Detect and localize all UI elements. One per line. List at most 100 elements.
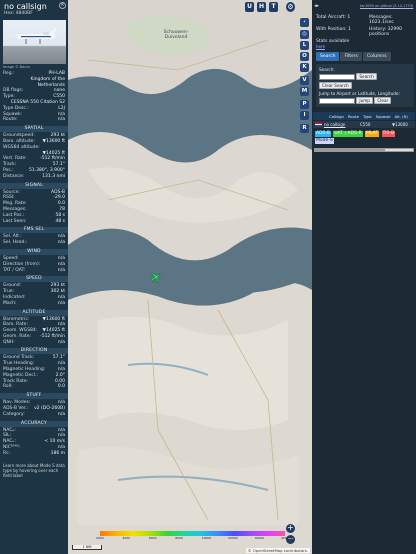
legend-mlat[interactable]: MLAT [365,131,380,137]
side-button-p[interactable]: P [300,100,309,109]
photo-credit: Image © Baum [3,65,30,69]
altitude-color-label: 6000 [148,536,157,540]
accuracy-row-label: Rc: [3,450,11,456]
col-altitude[interactable]: Alt. (ft) [395,114,408,119]
top-row-label: Route: [3,117,18,123]
section-accuracy: ACCURACY [0,420,68,427]
history-value: positions [369,32,390,37]
target-icon[interactable]: ◎ [300,30,309,39]
col-route[interactable]: Route [348,114,359,119]
col-type[interactable]: Type [363,114,372,119]
jump-button[interactable]: Jump [356,97,373,104]
altitude-color-label: 20000 [228,536,238,540]
legend-tisb[interactable]: TIS-B [381,131,396,137]
map-view[interactable]: Schouwen-Duiveland U H T ⚙ ‹ ◎ L O K V M… [68,0,312,554]
selected-hex: Hex: 4840BF [4,11,33,16]
table-row[interactable]: no callsign C550 ▼13600 [313,121,415,128]
altitude-color-label: 4000 [122,536,131,540]
spatial-row: Distance: 131.3 nmi [0,174,68,180]
flag-nl-icon [315,122,322,128]
side-button-v[interactable]: V [300,76,309,85]
map-button-h[interactable]: H [257,2,266,12]
stats-block: Total Aircraft: 1 Messages: 1623.1/sec Wi… [316,15,414,49]
speed-row: Mach: n/a [0,301,68,307]
side-button-k[interactable]: K [300,63,309,72]
legend-uat[interactable]: UAT / ADS-R [333,131,363,137]
collapse-right-icon[interactable]: ◂▸ [314,3,319,9]
speed-row-label: Mach: [3,300,17,306]
section-signal: SIGNAL [0,182,68,189]
stuff-row: Category: n/a [0,412,68,418]
speed-row-value: n/a [57,300,65,306]
tab-search[interactable]: Search [316,52,340,61]
map-button-u[interactable]: U [245,2,254,12]
learn-more-text: Learn more about Mode S data type by hov… [3,462,65,478]
settings-gear-icon[interactable]: ⚙ [286,2,295,12]
direction-row: Roll: 0.0 [0,384,68,390]
aircraft-photo[interactable] [3,20,66,64]
map-canvas[interactable] [68,0,312,554]
section-altitude: ALTITUDE [0,309,68,316]
side-button-l[interactable]: L [300,41,309,50]
map-attribution[interactable]: © OpenStreetMap contributors. [245,548,310,553]
wind-row: TAT / OAT: n/a [0,268,68,274]
section-stuff: STUFF [0,393,68,400]
clear-search-button[interactable]: Clear Search [319,82,352,89]
aircraft-list-panel: ◂▸ tar1090 on github (3.14.1753) Total A… [312,0,416,554]
spatial-block: Groundspeed: 293 kt Baro. altitude: ▼13600 … [0,133,68,179]
clear-jump-button[interactable]: Clear [374,97,392,104]
place-label: Schouwen-Duiveland [163,30,189,40]
horizontal-scrollbar[interactable] [314,148,414,152]
scale-bar: 1 NM [72,545,102,550]
collapse-left-icon[interactable]: ‹ [300,18,309,27]
side-button-i[interactable]: I [300,111,309,120]
fms-row-value: n/a [57,240,65,246]
section-fms: FMS SEL [0,227,68,234]
top-row-label: Reg.: [3,71,15,76]
altitude-color-label: 40000+ [281,536,294,540]
row-altitude: ▼13600 [392,122,408,127]
col-callsign[interactable]: Callsign [329,114,344,119]
signal-row: Last Seen: 48 s [0,219,68,225]
stuff-block: Nav. Modes: n/a ADS-B Ver.: v2 (DO-260B) Cat… [0,400,68,417]
tab-columns[interactable]: Columns [362,52,391,61]
close-icon[interactable]: × [59,2,66,9]
altitude-color-label: 2000 [96,536,104,540]
altitude-color-label: 30000 [254,536,265,540]
spatial-row-value: ▼13600 ft [42,138,65,144]
section-spatial: SPATIAL [0,126,68,133]
aircraft-icon[interactable] [150,271,162,283]
legend-modes[interactable]: Mode-S [315,138,334,144]
source-legend: ADS-B UAT / ADS-R MLAT TIS-B Mode-S [315,131,396,144]
spatial-row-label: Distance: [3,173,25,179]
side-button-m[interactable]: M [300,87,309,96]
side-button-o[interactable]: O [300,52,309,61]
stats-link[interactable]: here [316,44,325,49]
registration-block: Reg.: PH-LAB Kingdom of the Netherlands DB f… [0,71,68,123]
spatial-row-value: 131.3 nmi [42,173,65,179]
fms-block: Sel. Alt.: n/a Sel. Head.: n/a [0,234,68,246]
speed-block: Ground: 293 kt True: 302 kt Indicated: n/a Mac… [0,283,68,306]
fms-row-label: Sel. Head.: [3,240,28,246]
zoom-in-button[interactable]: + [286,524,295,533]
side-button-r[interactable]: R [300,124,309,133]
wind-block: Speed: n/a Direction (from): n/a TAT / OAT: n… [0,256,68,273]
altitude-row: QNH: n/a [0,340,68,346]
altitude-color-label: 10000 [201,536,212,540]
direction-block: Ground Track: 57.1° True Heading: n/a Magnet… [0,355,68,390]
search-input[interactable] [319,73,355,80]
altitude-color-label: 8000 [175,536,183,540]
direction-row-label: Roll: [3,384,13,390]
tar1090-github-link[interactable]: tar1090 on github (3.14.1753) [360,4,413,8]
jump-input[interactable] [319,97,355,104]
tab-filters[interactable]: Filters [340,52,362,61]
search-label: Search: [319,67,335,72]
map-button-t[interactable]: T [269,2,278,12]
section-wind: WIND [0,248,68,255]
legend-adsb[interactable]: ADS-B [315,131,331,137]
col-squawk[interactable]: Squawk [376,114,391,119]
messages-value: 1623.1/sec [369,20,394,25]
spatial-row-label: WGS84 altitude: [3,144,40,150]
search-button[interactable]: Search [356,73,377,80]
top-row: Route: n/a [0,117,68,123]
